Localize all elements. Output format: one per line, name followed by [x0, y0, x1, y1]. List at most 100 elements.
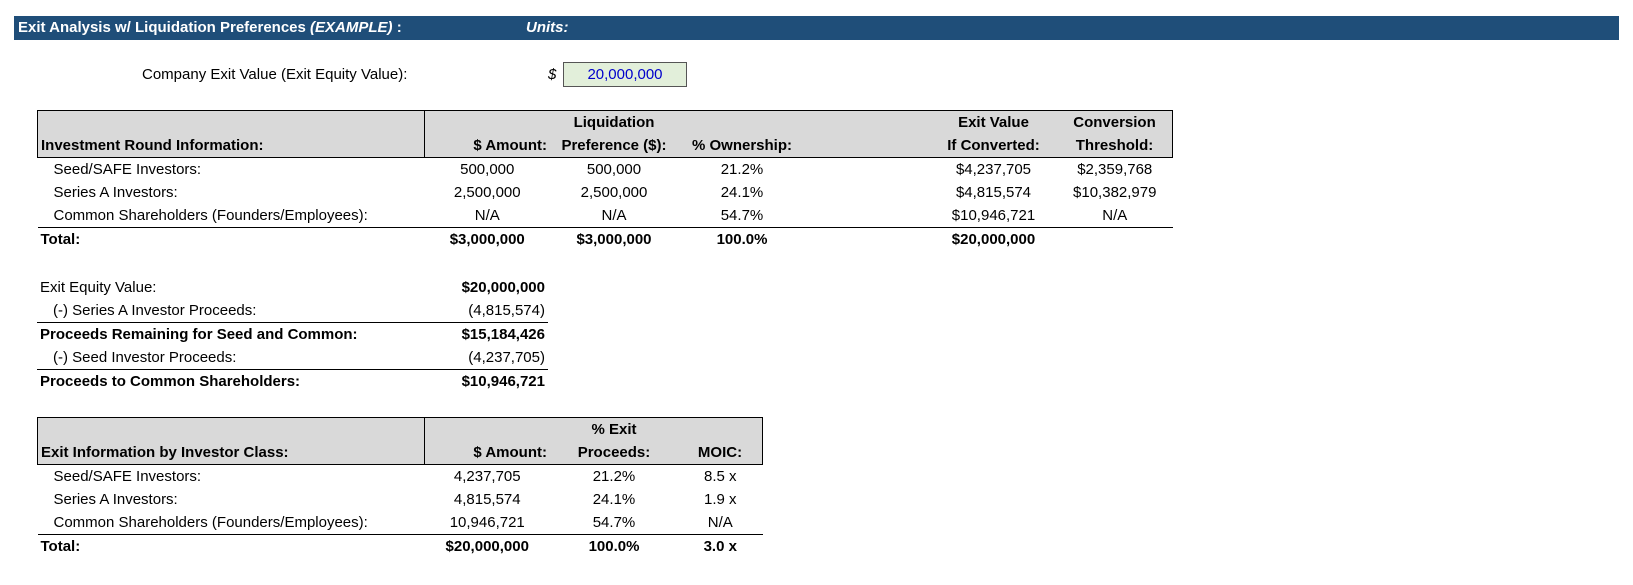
exit-value-input[interactable]: 20,000,000	[563, 62, 687, 87]
header-cell: % Ownership:	[678, 134, 806, 158]
table-cell[interactable]: $4,815,574	[930, 181, 1057, 204]
table-cell[interactable]: 100.0%	[550, 534, 678, 558]
row-label: Seed/SAFE Investors:	[53, 161, 202, 178]
total-row: Total: $20,000,000 100.0% 3.0 x	[37, 534, 763, 558]
header-cell: Exit Information by Investor Class:	[37, 441, 425, 465]
table-cell[interactable]: 2,500,000	[425, 181, 551, 204]
waterfall-row: (-) Seed Investor Proceeds: (4,237,705)	[37, 346, 548, 370]
table-cell[interactable]: 10,946,721	[425, 511, 551, 535]
header-cell: $ Amount:	[424, 134, 550, 158]
table-cell[interactable]: 24.1%	[550, 488, 678, 511]
row-label: Exit Equity Value:	[40, 279, 157, 296]
table-cell[interactable]: $15,184,426	[423, 322, 548, 346]
table-cell[interactable]	[806, 181, 930, 204]
header-cell: Exit Value	[930, 110, 1057, 134]
row-label: Common Shareholders (Founders/Employees)…	[53, 207, 368, 224]
table-header-row: Liquidation Exit Value Conversion	[37, 110, 1173, 134]
table-cell[interactable]: N/A	[425, 204, 551, 228]
table-row: Series A Investors: 2,500,000 2,500,000 …	[38, 181, 1173, 204]
row-label: (-) Series A Investor Proceeds:	[53, 302, 257, 319]
row-label: Proceeds to Common Shareholders:	[37, 369, 423, 393]
header-cell	[678, 417, 763, 441]
header-cell	[424, 417, 550, 441]
header-cell: Preference ($):	[550, 134, 678, 158]
table-header-row: Exit Information by Investor Class: $ Am…	[37, 441, 763, 465]
table-cell[interactable]: 54.7%	[678, 204, 806, 228]
table-cell[interactable]: $10,946,721	[930, 204, 1057, 228]
table-cell[interactable]: 500,000	[550, 158, 678, 182]
table-cell[interactable]: 1.9 x	[678, 488, 763, 511]
header-cell: Conversion	[1057, 110, 1173, 134]
row-label: (-) Seed Investor Proceeds:	[53, 349, 237, 366]
table-cell[interactable]: 4,237,705	[425, 465, 551, 489]
table-cell[interactable]: 21.2%	[550, 465, 678, 489]
row-label: Series A Investors:	[53, 491, 178, 508]
table-row: Seed/SAFE Investors: 4,237,705 21.2% 8.5…	[38, 465, 763, 489]
table-cell[interactable]: $20,000,000	[423, 276, 548, 299]
table-cell[interactable]: (4,237,705)	[423, 346, 548, 370]
row-label: Common Shareholders (Founders/Employees)…	[53, 514, 368, 531]
table-cell[interactable]: $3,000,000	[550, 227, 678, 251]
header-cell: Investment Round Information:	[37, 134, 425, 158]
table-cell[interactable]: 500,000	[425, 158, 551, 182]
header-cell	[37, 110, 425, 134]
table-cell[interactable]	[806, 204, 930, 228]
table-cell[interactable]: 8.5 x	[678, 465, 763, 489]
table-cell[interactable]: 2,500,000	[550, 181, 678, 204]
table-cell[interactable]: 54.7%	[550, 511, 678, 535]
title-bar: Exit Analysis w/ Liquidation Preferences…	[14, 16, 1619, 40]
header-cell	[678, 110, 806, 134]
total-label: Total:	[37, 227, 425, 251]
table-cell[interactable]: 100.0%	[678, 227, 806, 251]
table-cell[interactable]: $10,946,721	[423, 369, 548, 393]
table-row: Series A Investors: 4,815,574 24.1% 1.9 …	[38, 488, 763, 511]
exit-information-table: % Exit Exit Information by Investor Clas…	[37, 417, 763, 558]
table-cell[interactable]	[806, 227, 930, 251]
units-label: Units:	[526, 19, 569, 36]
header-cell	[806, 110, 930, 134]
header-cell	[424, 110, 550, 134]
table-header-row: % Exit	[37, 417, 763, 441]
header-cell	[37, 417, 425, 441]
exit-value-label: Company Exit Value (Exit Equity Value):	[142, 66, 408, 83]
table-cell[interactable]: $2,359,768	[1057, 158, 1173, 182]
total-label: Total:	[37, 534, 425, 558]
proceeds-waterfall: Exit Equity Value: $20,000,000 (-) Serie…	[37, 276, 548, 393]
row-label: Proceeds Remaining for Seed and Common:	[37, 322, 423, 346]
table-cell[interactable]: N/A	[550, 204, 678, 228]
header-cell: % Exit	[550, 417, 678, 441]
table-cell[interactable]: 3.0 x	[678, 534, 763, 558]
table-cell[interactable]: $20,000,000	[424, 534, 550, 558]
total-row: Total: $3,000,000 $3,000,000 100.0% $20,…	[37, 227, 1173, 251]
table-cell[interactable]: N/A	[678, 511, 763, 535]
table-cell[interactable]: (4,815,574)	[423, 299, 548, 323]
waterfall-row: (-) Series A Investor Proceeds: (4,815,5…	[37, 299, 548, 323]
table-cell[interactable]: $20,000,000	[930, 227, 1057, 251]
header-cell: Threshold:	[1057, 134, 1173, 158]
table-row: Common Shareholders (Founders/Employees)…	[38, 511, 763, 535]
table-cell[interactable]	[1057, 227, 1173, 251]
table-cell[interactable]: 24.1%	[678, 181, 806, 204]
table-cell[interactable]: $4,237,705	[930, 158, 1057, 182]
header-cell: $ Amount:	[424, 441, 550, 465]
investment-round-table: Liquidation Exit Value Conversion Invest…	[37, 110, 1173, 251]
header-cell	[806, 134, 930, 158]
row-label: Series A Investors:	[53, 184, 178, 201]
waterfall-row: Proceeds Remaining for Seed and Common: …	[37, 322, 548, 346]
table-cell[interactable]: $3,000,000	[424, 227, 550, 251]
table-cell[interactable]: N/A	[1057, 204, 1173, 228]
table-header-row: Investment Round Information: $ Amount: …	[37, 134, 1173, 158]
table-row: Seed/SAFE Investors: 500,000 500,000 21.…	[38, 158, 1173, 182]
table-row: Common Shareholders (Founders/Employees)…	[38, 204, 1173, 228]
table-cell[interactable]: 4,815,574	[425, 488, 551, 511]
header-cell: Liquidation	[550, 110, 678, 134]
row-label: Seed/SAFE Investors:	[53, 468, 202, 485]
header-cell: MOIC:	[678, 441, 763, 465]
table-cell[interactable]: 21.2%	[678, 158, 806, 182]
header-cell: Proceeds:	[550, 441, 678, 465]
currency-symbol: $	[548, 66, 557, 83]
waterfall-row: Exit Equity Value: $20,000,000	[37, 276, 548, 299]
table-cell[interactable]: $10,382,979	[1057, 181, 1173, 204]
table-cell[interactable]	[806, 158, 930, 182]
waterfall-row: Proceeds to Common Shareholders: $10,946…	[37, 369, 548, 393]
